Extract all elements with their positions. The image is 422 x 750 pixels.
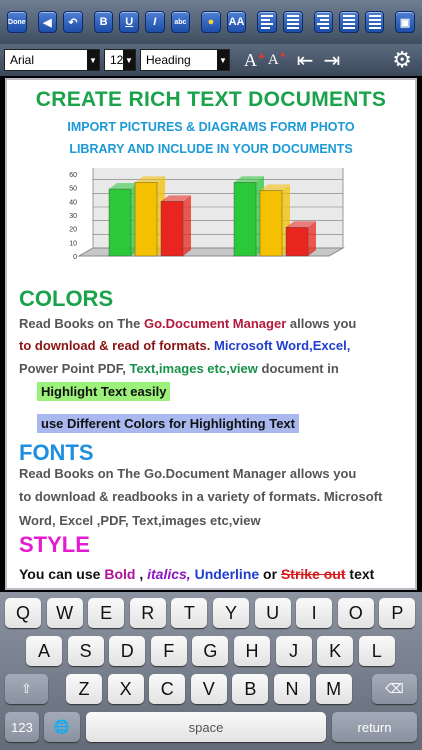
key-t[interactable]: T <box>171 598 208 628</box>
settings-gear-icon[interactable]: ⚙ <box>392 47 412 73</box>
numbers-key[interactable]: 123 <box>5 712 39 742</box>
key-q[interactable]: Q <box>5 598 41 628</box>
key-x[interactable]: X <box>107 674 144 704</box>
increase-font-label: A <box>244 49 257 70</box>
align-right-icon[interactable] <box>313 11 334 33</box>
key-c[interactable]: C <box>149 674 186 704</box>
highlight-blue: use Different Colors for Highlighting Te… <box>37 414 299 433</box>
align-justify-icon[interactable] <box>339 11 359 33</box>
colors-heading: COLORS <box>19 286 114 311</box>
key-n[interactable]: N <box>274 674 310 704</box>
paragraph-style-value: Heading <box>146 53 191 67</box>
key-f[interactable]: F <box>150 636 187 666</box>
app-window: Done ◀ ↶ B U I abc ● AA ▣ Arial ▼ 12 ▼ H… <box>0 0 422 750</box>
style-line: You can use Bold , italics, Underline or… <box>19 566 375 582</box>
colors-line-3: Power Point PDF, Text,images etc,view do… <box>19 361 339 376</box>
key-j[interactable]: J <box>275 636 312 666</box>
paragraph-style-select[interactable]: Heading ▼ <box>140 49 230 71</box>
y-tick-label: 50 <box>69 186 77 193</box>
chevron-down-icon: ▼ <box>87 50 99 70</box>
insert-image-icon[interactable]: ▣ <box>395 11 415 33</box>
indent-icon[interactable]: ⇥ <box>323 48 340 73</box>
font-toolbar: Arial ▼ 12 ▼ Heading ▼ A ▲ A ▼ ⇤ ⇥ ⚙ <box>0 44 422 76</box>
font-family-value: Arial <box>10 53 35 67</box>
align-center-icon[interactable] <box>282 11 303 33</box>
underline-button[interactable]: U <box>119 11 139 33</box>
key-h[interactable]: H <box>234 636 270 666</box>
chevron-down-icon: ▼ <box>123 50 135 70</box>
key-u[interactable]: U <box>254 598 291 628</box>
increase-font-icon[interactable]: A ▲ <box>244 50 266 71</box>
doc-subtitle-1: IMPORT PICTURES & DIAGRAMS FORM PHOTO <box>67 120 355 134</box>
font-size-value: 12 <box>110 53 124 67</box>
bar <box>259 190 283 257</box>
space-key[interactable]: space <box>86 712 326 742</box>
doc-title: CREATE RICH TEXT DOCUMENTS <box>35 88 387 111</box>
key-k[interactable]: K <box>317 636 354 666</box>
list-icon[interactable] <box>364 11 385 33</box>
fonts-line-2: to download & readbooks in a variety of … <box>19 489 383 504</box>
fonts-heading: FONTS <box>19 440 94 465</box>
y-tick-label: 60 <box>69 172 77 179</box>
key-d[interactable]: D <box>109 636 146 666</box>
font-family-select[interactable]: Arial ▼ <box>4 49 100 71</box>
text-size-button[interactable]: AA <box>226 11 247 33</box>
fonts-line-3: Word, Excel ,PDF, Text,images etc,view <box>19 513 261 528</box>
bar <box>108 188 132 257</box>
y-tick-label: 20 <box>69 227 77 234</box>
color-palette-icon[interactable]: ● <box>201 11 221 33</box>
key-i[interactable]: I <box>296 598 333 628</box>
key-g[interactable]: G <box>192 636 229 666</box>
document-editor[interactable]: CREATE RICH TEXT DOCUMENTS IMPORT PICTUR… <box>5 78 417 590</box>
done-button[interactable]: Done <box>7 11 27 33</box>
key-e[interactable]: E <box>88 598 125 628</box>
shift-key-icon[interactable]: ⇧ <box>5 674 48 704</box>
decrease-font-label: A <box>267 51 279 68</box>
key-v[interactable]: V <box>190 674 227 704</box>
key-b[interactable]: B <box>232 674 269 704</box>
highlight-green: Highlight Text easily <box>37 382 171 401</box>
y-tick-label: 10 <box>69 240 77 247</box>
doc-subtitle-2: LIBRARY AND INCLUDE IN YOUR DOCUMENTS <box>69 142 353 156</box>
undo-icon[interactable]: ↶ <box>63 11 83 33</box>
bar-side <box>183 195 191 256</box>
font-size-select[interactable]: 12 ▼ <box>104 49 136 71</box>
key-w[interactable]: W <box>46 598 83 628</box>
strikethrough-button[interactable]: abc <box>170 11 191 33</box>
format-toolbar: Done ◀ ↶ B U I abc ● AA ▣ <box>0 0 422 44</box>
y-tick-label: 30 <box>69 213 77 220</box>
italic-button[interactable]: I <box>144 11 165 33</box>
bar-side <box>308 221 316 256</box>
bar <box>134 181 158 257</box>
align-left-icon[interactable] <box>257 11 277 33</box>
bar <box>233 181 257 257</box>
key-y[interactable]: Y <box>213 598 249 628</box>
colors-line-2: to download & read of formats. Microsoft… <box>19 338 351 353</box>
backspace-key-icon[interactable]: ⌫ <box>372 674 417 704</box>
key-l[interactable]: L <box>358 636 395 666</box>
back-icon[interactable]: ◀ <box>37 11 58 33</box>
bar <box>160 201 184 257</box>
bar <box>285 227 309 257</box>
key-m[interactable]: M <box>315 674 352 704</box>
return-key[interactable]: return <box>332 712 417 742</box>
globe-key-icon[interactable]: 🌐 <box>44 712 80 742</box>
key-z[interactable]: Z <box>66 674 102 704</box>
bold-button[interactable]: B <box>93 11 114 33</box>
chevron-down-icon: ▼ <box>217 50 229 70</box>
key-s[interactable]: S <box>67 636 104 666</box>
bar-chart: 60 50 40 30 20 10 0 <box>69 168 345 261</box>
style-heading: STYLE <box>19 532 90 557</box>
key-p[interactable]: P <box>379 598 416 628</box>
y-tick-label: 0 <box>73 254 77 261</box>
y-tick-label: 40 <box>69 199 77 206</box>
key-r[interactable]: R <box>129 598 166 628</box>
colors-line-1: Read Books on The Go.Document Manager al… <box>19 316 357 331</box>
fonts-line-1: Read Books on The Go.Document Manager al… <box>19 466 357 481</box>
key-o[interactable]: O <box>337 598 374 628</box>
onscreen-keyboard: Q W E R T Y U I O P A S D F G H J K L ⇧ Z X C V B N M ⌫ 123 🌐 space ret… <box>0 592 422 750</box>
key-a[interactable]: A <box>26 636 62 666</box>
outdent-icon[interactable]: ⇤ <box>297 48 314 73</box>
decrease-font-icon[interactable]: A ▼ <box>267 51 287 69</box>
